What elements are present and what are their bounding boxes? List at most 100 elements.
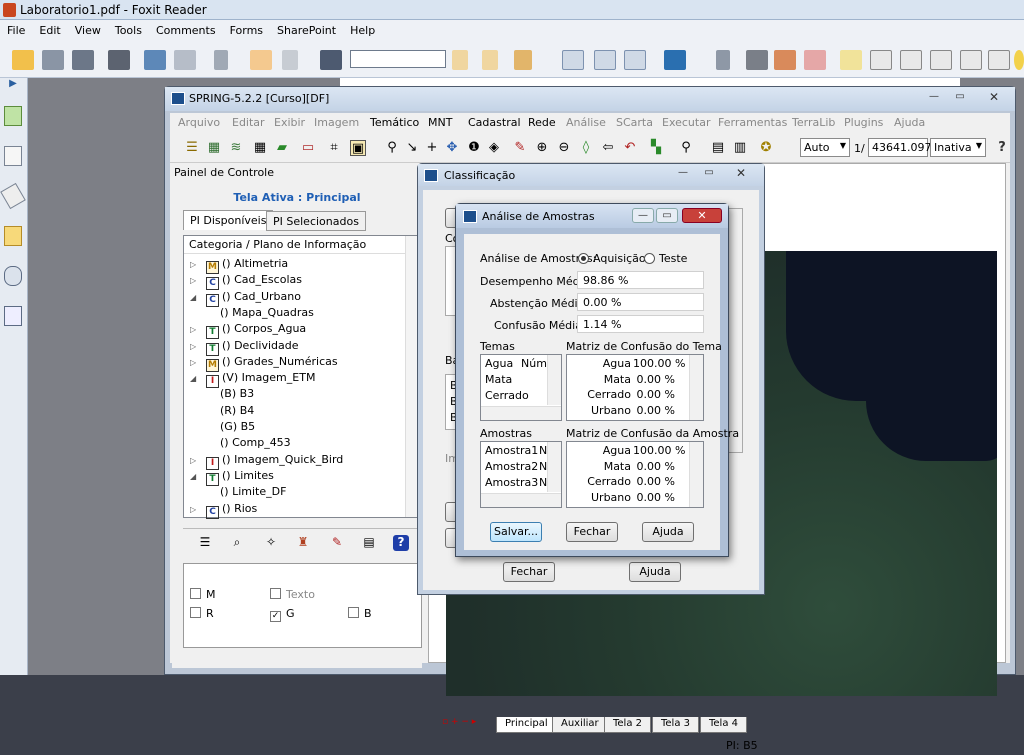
bookmarks-icon[interactable] (4, 106, 22, 126)
analise-ajuda-button[interactable]: Ajuda (642, 522, 694, 542)
vertical-scrollbar[interactable] (689, 442, 703, 507)
tree-item[interactable]: ▷ T() Declividade (190, 339, 299, 356)
tree-item[interactable]: (G) B5 (220, 420, 255, 433)
expand-toggle-icon[interactable]: ▷ (190, 505, 200, 514)
chart-icon[interactable]: ▥ (732, 140, 748, 156)
fit-page-icon[interactable] (594, 50, 616, 70)
note-icon[interactable] (774, 50, 796, 70)
tree-item[interactable]: () Limite_DF (220, 485, 286, 498)
cursor-arrow-icon[interactable]: ↘ (404, 140, 420, 156)
temas-list[interactable]: Agua Núm Mata Cerrado (480, 354, 562, 421)
comments-icon[interactable] (4, 226, 22, 246)
minimize-button[interactable]: — (923, 90, 945, 105)
menu-executar[interactable]: Executar (662, 116, 711, 129)
zoom-lens-icon[interactable]: ⚲ (384, 140, 400, 156)
radio-aquisicao[interactable]: Aquisição (578, 252, 646, 265)
menu-tematico[interactable]: Temático (370, 116, 419, 129)
expand-toggle-icon[interactable]: ◢ (190, 472, 200, 481)
replace-t-icon[interactable] (960, 50, 982, 70)
tab-principal[interactable]: Principal (496, 717, 557, 733)
checkbox-r[interactable]: R (190, 607, 214, 620)
list-item[interactable]: Cerrado (485, 389, 529, 402)
menu-terralib[interactable]: TerraLib (792, 116, 835, 129)
save-icon[interactable] (42, 50, 64, 70)
tree-item[interactable]: ◢ T() Limites (190, 469, 274, 486)
classificacao-fechar-button[interactable]: Fechar (503, 562, 555, 582)
fit-width-icon[interactable] (624, 50, 646, 70)
help-icon[interactable]: ? (994, 140, 1010, 156)
tree-item[interactable]: ▷ M() Grades_Numéricas (190, 355, 338, 372)
typewriter-icon[interactable] (746, 50, 768, 70)
strike-t-icon[interactable] (900, 50, 922, 70)
tree-item[interactable]: ▷ M() Altimetria (190, 257, 288, 274)
state-combo[interactable]: Inativa ▼ (930, 138, 986, 157)
color-palette-icon[interactable]: ▚ (648, 140, 664, 156)
select-icon[interactable]: ⌗ (326, 140, 342, 156)
signature-icon[interactable] (4, 306, 22, 326)
minimize-button[interactable]: — (632, 208, 654, 223)
zoom-mode-combo[interactable]: Auto ▼ (800, 138, 850, 157)
database-icon[interactable]: ☰ (184, 140, 200, 156)
tab-tela-4[interactable]: Tela 4 (700, 717, 748, 733)
zoom-in-icon[interactable]: ⊕ (534, 140, 550, 156)
textbox-icon[interactable] (804, 50, 826, 70)
classificacao-ajuda-button[interactable]: Ajuda (629, 562, 681, 582)
zoom-area-icon[interactable]: ◊ (578, 140, 594, 156)
grid-icon[interactable]: ▦ (252, 140, 268, 156)
pages-icon[interactable] (4, 146, 22, 166)
attach-icon[interactable] (716, 50, 730, 70)
menu-mnt[interactable]: MNT (428, 116, 452, 129)
expand-toggle-icon[interactable]: ▷ (190, 456, 200, 465)
list-item[interactable]: Amostra2 (485, 460, 538, 473)
tree-item[interactable]: ◢ C() Cad_Urbano (190, 290, 301, 307)
checkbox-m[interactable]: M (190, 588, 216, 601)
next-icon[interactable] (482, 50, 498, 70)
search-layer-icon[interactable]: ⌕ (229, 535, 245, 551)
prev-icon[interactable] (452, 50, 468, 70)
horizontal-scrollbar[interactable] (481, 493, 561, 507)
help-icon[interactable]: ? (393, 535, 409, 551)
control-panel-icon[interactable]: ▣ (350, 140, 366, 156)
vertical-scrollbar[interactable] (689, 355, 703, 420)
insert-t-icon[interactable] (988, 50, 1010, 70)
attachments-icon[interactable] (4, 266, 22, 286)
foxit-search-input[interactable] (350, 50, 446, 68)
menu-sharepoint[interactable]: SharePoint (270, 20, 343, 37)
tree-item[interactable]: ▷ I() Imagem_Quick_Bird (190, 453, 343, 470)
zoom-out-icon[interactable]: ⊖ (556, 140, 572, 156)
tab-nav-icon[interactable]: ▫ + − ▸ (442, 717, 476, 727)
tab-pi-disponiveis[interactable]: PI Disponíveis (183, 210, 274, 230)
menu-rede[interactable]: Rede (528, 116, 556, 129)
zoom-tools-icon[interactable]: ⚲ (678, 140, 694, 156)
menu-edit[interactable]: Edit (32, 20, 67, 37)
amostras-list[interactable]: Amostra1 N Amostra2 N Amostra3 N (480, 441, 562, 508)
scale-input[interactable]: 43641.0976 (868, 138, 938, 157)
menu-cadastral[interactable]: Cadastral (468, 116, 521, 129)
table-icon[interactable]: ▤ (710, 140, 726, 156)
fullscreen-icon[interactable] (144, 50, 166, 70)
edit-pen-icon[interactable]: ✎ (329, 535, 345, 551)
draw-pen-icon[interactable]: ✎ (512, 140, 528, 156)
expand-toggle-icon[interactable]: ▷ (190, 342, 200, 351)
undo-icon[interactable]: ↶ (622, 140, 638, 156)
menu-comments[interactable]: Comments (149, 20, 223, 37)
horizontal-scrollbar[interactable] (481, 406, 561, 420)
page-icon[interactable] (214, 50, 228, 70)
expand-toggle-icon[interactable]: ▷ (190, 358, 200, 367)
close-button[interactable]: ✕ (730, 166, 752, 181)
add-point-icon[interactable]: + (424, 140, 440, 156)
pan-icon[interactable]: ✥ (444, 140, 460, 156)
stamp-icon[interactable] (514, 50, 532, 70)
maximize-button[interactable]: ▭ (656, 208, 678, 223)
tools-icon[interactable]: ✧ (263, 535, 279, 551)
bulb-icon[interactable] (1014, 50, 1024, 70)
close-button[interactable]: ✕ (682, 208, 722, 223)
tree-item[interactable]: (R) B4 (220, 404, 254, 417)
tree-item[interactable]: (B) B3 (220, 387, 254, 400)
menu-ajuda[interactable]: Ajuda (894, 116, 925, 129)
list-item[interactable]: Amostra3 (485, 476, 538, 489)
list-item[interactable]: Mata (485, 373, 512, 386)
menu-editar[interactable]: Editar (232, 116, 265, 129)
text-t-icon[interactable] (870, 50, 892, 70)
expand-toggle-icon[interactable]: ◢ (190, 374, 200, 383)
